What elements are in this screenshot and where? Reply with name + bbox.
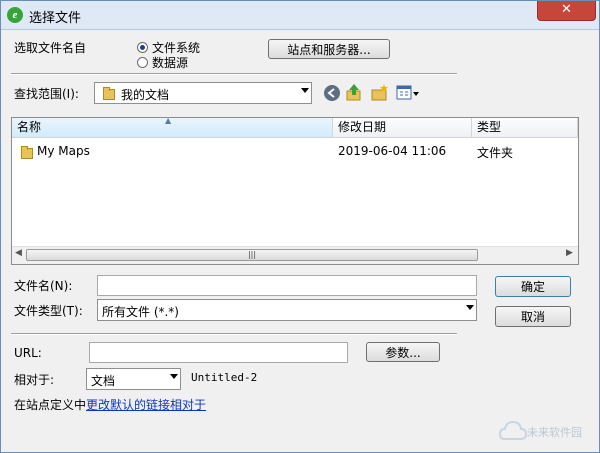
scroll-thumb[interactable]: |||: [26, 249, 478, 261]
site-definition-text: 在站点定义中更改默认的链接相对于: [14, 396, 206, 413]
chevron-down-icon: [466, 305, 474, 310]
up-folder-icon[interactable]: [345, 83, 363, 101]
sort-up-icon: ▲: [165, 116, 172, 125]
lookin-label: 查找范围(I):: [14, 87, 79, 101]
filetype-label: 文件类型(T):: [14, 304, 83, 318]
title-bar: e 选择文件 ✕: [1, 1, 599, 30]
radio-data-source[interactable]: [137, 57, 148, 68]
dialog-title: 选择文件: [29, 11, 82, 26]
new-folder-icon[interactable]: [371, 83, 389, 101]
cloud-logo-icon: [499, 420, 527, 440]
ok-button[interactable]: 确定: [495, 276, 571, 297]
column-header-name[interactable]: 名称 ▲: [12, 116, 333, 138]
filename-label: 文件名(N):: [14, 279, 73, 293]
url-input[interactable]: [89, 342, 348, 363]
file-list[interactable]: 名称 ▲ 修改日期 类型 My Maps 2019-06-04 11:06 文件…: [11, 116, 579, 265]
back-icon[interactable]: [323, 84, 341, 102]
params-button[interactable]: 参数...: [366, 342, 440, 362]
close-button[interactable]: ✕: [537, 1, 596, 21]
lookin-value: 我的文档: [121, 88, 170, 102]
horizontal-scrollbar[interactable]: ◀ ||| ▶: [12, 246, 578, 264]
change-default-link[interactable]: 更改默认的链接相对于: [86, 398, 206, 412]
filetype-dropdown[interactable]: 所有文件 (*.*): [97, 299, 477, 321]
source-label: 选取文件名自: [14, 41, 87, 55]
relative-dropdown[interactable]: 文档: [86, 368, 181, 390]
filename-input[interactable]: [97, 275, 477, 296]
radio-data-source-label: 数据源: [152, 56, 189, 70]
cancel-button[interactable]: 取消: [495, 306, 571, 327]
file-name: My Maps: [37, 144, 90, 158]
chevron-down-icon: [301, 88, 309, 93]
separator: [11, 333, 457, 335]
scroll-left-icon[interactable]: ◀: [15, 248, 22, 258]
column-name-label: 名称: [17, 120, 42, 134]
lookin-dropdown[interactable]: 我的文档: [94, 82, 312, 104]
url-label: URL:: [14, 346, 42, 360]
file-type: 文件夹: [477, 146, 514, 160]
site-definition-prefix: 在站点定义中: [14, 398, 87, 412]
separator: [11, 73, 457, 75]
watermark-text: 未来软件园: [527, 426, 582, 439]
filetype-value: 所有文件 (*.*): [102, 305, 179, 319]
relative-label: 相对于:: [14, 373, 55, 387]
app-icon: e: [7, 7, 23, 23]
column-header-modified[interactable]: 修改日期: [333, 118, 472, 138]
folder-icon: [21, 146, 33, 159]
folder-icon: [103, 87, 115, 100]
select-file-dialog: e 选择文件 ✕ 选取文件名自 文件系统 数据源 站点和服务器... 查找范围(…: [0, 0, 600, 453]
sites-and-servers-button[interactable]: 站点和服务器...: [268, 39, 390, 59]
chevron-down-icon: [170, 374, 178, 379]
file-modified: 2019-06-04 11:06: [338, 144, 447, 158]
relative-value: 文档: [91, 374, 116, 388]
document-name: Untitled-2: [191, 371, 258, 384]
view-menu-icon[interactable]: [396, 84, 420, 102]
scroll-right-icon[interactable]: ▶: [566, 248, 573, 258]
column-header-type[interactable]: 类型: [472, 118, 578, 138]
radio-file-system[interactable]: [137, 42, 148, 53]
